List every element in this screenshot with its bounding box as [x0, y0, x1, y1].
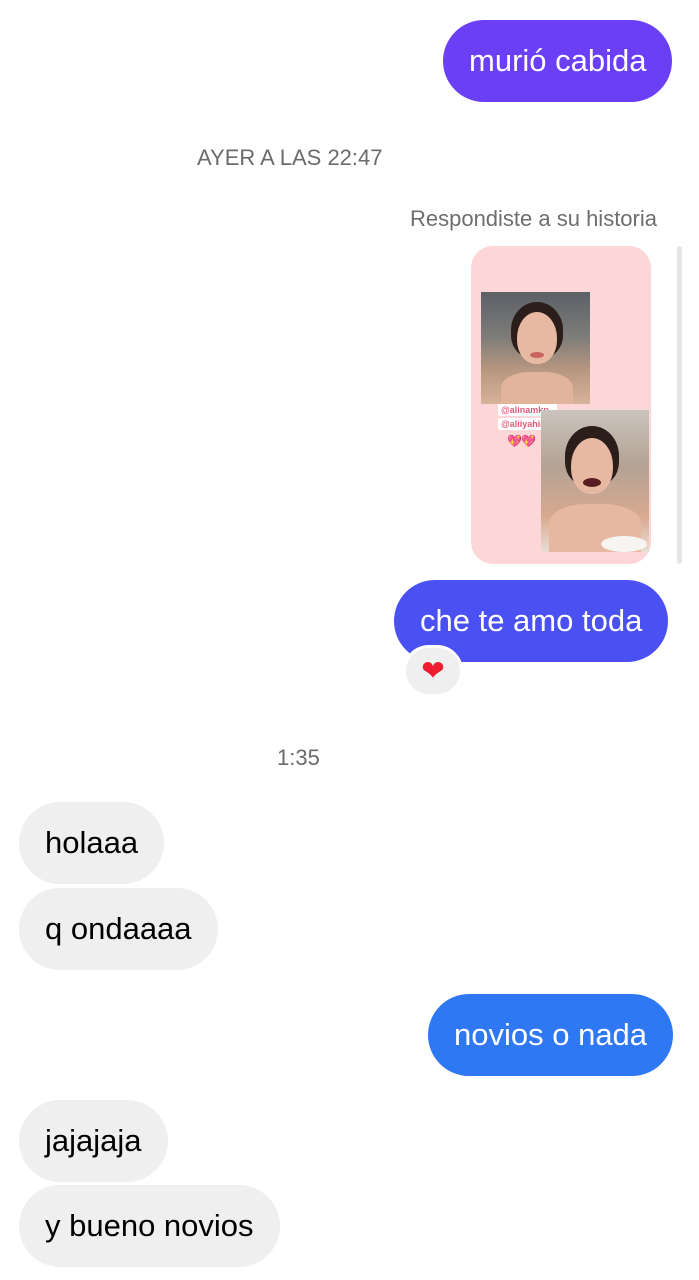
message-text: murió cabida [469, 43, 647, 78]
hearts-sticker: 💖💖 [507, 434, 536, 448]
story-preview[interactable]: @alinamkp_ @aliiyahia 💖💖 [471, 246, 651, 564]
incoming-message[interactable]: q ondaaaa [19, 888, 218, 970]
message-text: holaaa [45, 825, 139, 860]
message-text: q ondaaaa [45, 911, 192, 946]
message-text: che te amo toda [420, 603, 643, 638]
incoming-message[interactable]: holaaa [19, 802, 165, 884]
story-photo-bottom [541, 410, 649, 552]
chat-screen: murió cabida AYER A LAS 22:47 Respondist… [0, 0, 699, 1280]
incoming-message[interactable]: jajajaja [19, 1100, 168, 1182]
timestamp-divider: AYER A LAS 22:47 [197, 145, 383, 170]
outgoing-message[interactable]: murió cabida [443, 20, 673, 102]
message-text: novios o nada [454, 1017, 648, 1052]
timestamp-divider: 1:35 [277, 745, 320, 770]
heart-reaction-icon[interactable]: ❤ [403, 645, 463, 697]
message-text: y bueno novios [45, 1208, 254, 1243]
story-reply-label: Respondiste a su historia [409, 206, 657, 231]
scrollbar[interactable] [677, 246, 682, 564]
story-photo-top [481, 292, 590, 404]
message-text: jajajaja [45, 1123, 142, 1158]
incoming-message[interactable]: y bueno novios [19, 1185, 280, 1267]
outgoing-message[interactable]: novios o nada [428, 994, 674, 1076]
